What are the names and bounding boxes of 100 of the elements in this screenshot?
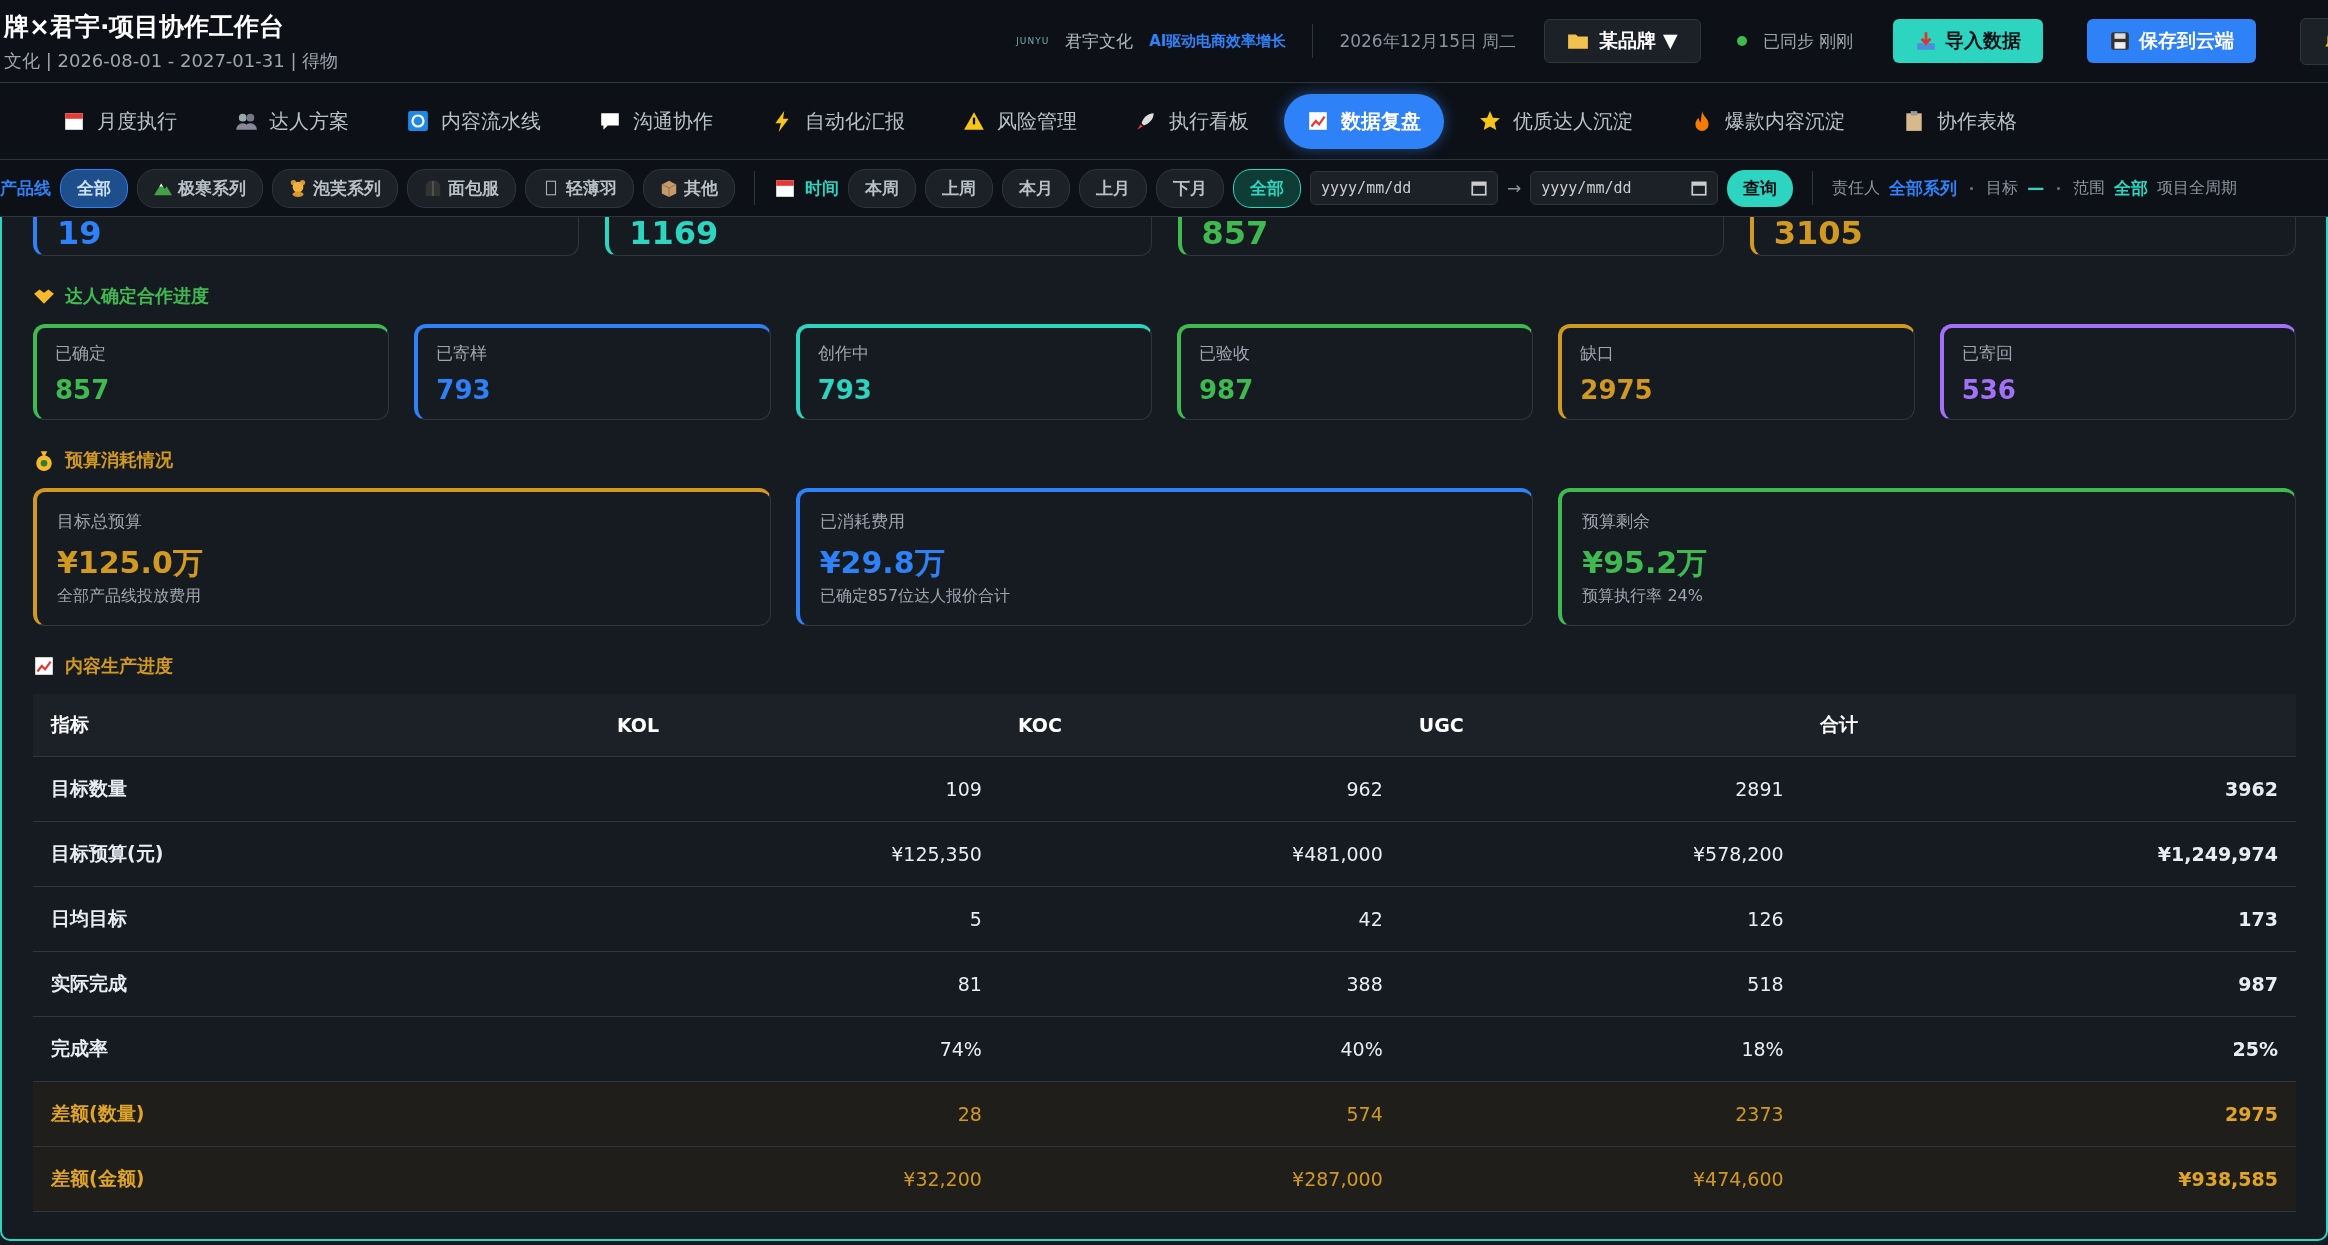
column-header: KOC [999, 694, 1401, 757]
table-cell: 差额(数量) [33, 1081, 599, 1147]
product-chip[interactable]: 全部 [60, 168, 128, 208]
budget-value: ¥29.8万 [819, 544, 946, 582]
budget-value: ¥125.0万 [57, 544, 204, 582]
budget-label: 已消耗费用 [819, 510, 906, 533]
brand-selector[interactable]: 某品牌 ▼ [1544, 19, 1701, 63]
table-cell: 28 [599, 1081, 1000, 1147]
sync-dot [1736, 36, 1747, 46]
company-logo: JUNYU [1016, 36, 1050, 46]
star-icon [1479, 110, 1501, 132]
table-cell: ¥1,249,974 [1801, 821, 2296, 887]
product-chip[interactable]: 面包服 [407, 168, 516, 208]
range-arrow: → [1507, 178, 1522, 198]
import-button[interactable]: 导入数据 [1893, 19, 2043, 63]
nav-tab[interactable]: 内容流水线 [384, 93, 564, 149]
summary-label: 目标 [1986, 177, 2019, 199]
period-chip[interactable]: 本月 [1002, 168, 1070, 208]
project-info: 文化 | 2026-08-01 - 2027-01-31 | 得物 [4, 48, 339, 73]
summary-label: 责任人 [1832, 177, 1881, 199]
column-header: UGC [1400, 694, 1802, 757]
stat-label: 已寄样 [436, 342, 489, 365]
clipboard-icon [1903, 110, 1925, 132]
chat-icon [599, 110, 621, 132]
product-chip[interactable]: 泡芙系列 [272, 168, 398, 208]
table-cell: ¥938,585 [1801, 1146, 2296, 1212]
product-chip[interactable]: 轻薄羽 [525, 168, 634, 208]
table-cell: 2891 [1400, 756, 1802, 822]
filter-label: 时间 [805, 176, 839, 200]
stat-label: 缺口 [1580, 342, 1616, 365]
nav-tab[interactable]: 数据复盘 [1284, 93, 1444, 149]
column-header: KOL [599, 694, 1000, 757]
table-cell: 2373 [1400, 1081, 1802, 1147]
table-cell: 日均目标 [33, 886, 599, 952]
budget-note: 预算执行率 24% [1582, 586, 1704, 607]
date-field[interactable]: yyyy/mm/dd [1530, 171, 1719, 205]
product-chip[interactable]: 极寒系列 [137, 168, 263, 208]
nav-tab[interactable]: 优质达人沉淀 [1456, 93, 1656, 149]
stat-value: 1169 [629, 217, 719, 249]
slogan: AI驱动电商效率增长 [1149, 31, 1287, 51]
table-cell: 18% [1400, 1016, 1802, 1082]
stat-value: 793 [817, 375, 873, 405]
table-cell: ¥578,200 [1400, 821, 1802, 887]
period-chip[interactable]: 本周 [848, 168, 916, 208]
tray-icon [1915, 30, 1937, 52]
save-button[interactable]: 保存到云端 [2087, 19, 2256, 63]
section-title: 预算消耗情况 [65, 448, 173, 472]
stat-value: 2975 [1580, 375, 1654, 405]
nav-tab[interactable]: 沟通协作 [576, 93, 736, 149]
period-chip[interactable]: 上月 [1079, 168, 1147, 208]
table-cell: ¥481,000 [999, 821, 1401, 887]
stat-label: 已验收 [1199, 342, 1251, 365]
calendar-icon [1470, 179, 1488, 197]
table-cell: 5 [599, 886, 1000, 952]
calendar-icon [774, 177, 796, 199]
chart-icon [1307, 110, 1329, 132]
table-cell: 25% [1801, 1016, 2296, 1082]
calendar-icon [1690, 179, 1709, 197]
table-cell: 109 [599, 756, 1000, 822]
query-button[interactable]: 查询 [1727, 169, 1794, 207]
budget-note: 全部产品线投放费用 [57, 586, 202, 607]
stat-value: 857 [55, 375, 111, 405]
period-chip[interactable]: 下月 [1156, 168, 1224, 208]
date-field[interactable]: yyyy/mm/dd [1310, 171, 1498, 205]
table-cell: ¥287,000 [999, 1146, 1401, 1212]
table-cell: ¥125,350 [599, 821, 1000, 887]
product-chip[interactable]: 其他 [643, 168, 735, 208]
budget-value: ¥95.2万 [1582, 544, 1709, 582]
column-header: 合计 [1801, 694, 2296, 757]
table-cell: 574 [999, 1081, 1401, 1147]
summary-value: 全部系列 [1889, 176, 1958, 200]
coat-icon [424, 179, 442, 197]
chart-icon [33, 655, 55, 677]
table-cell: 126 [1400, 886, 1802, 952]
nav-tab[interactable]: 自动化汇报 [748, 93, 928, 149]
table-cell: 目标预算(元) [33, 821, 599, 887]
sync-status: 已同步 刚刚 [1762, 29, 1853, 53]
column-header: 指标 [33, 694, 599, 757]
period-chip[interactable]: 全部 [1233, 168, 1301, 208]
table-cell: 518 [1400, 951, 1802, 1017]
table-cell: 987 [1801, 951, 2296, 1017]
table-cell: 完成率 [33, 1016, 599, 1082]
nav-tab[interactable]: 执行看板 [1112, 93, 1272, 149]
table-cell: 81 [599, 951, 1000, 1017]
bear-icon [289, 179, 307, 197]
section-title: 达人确定合作进度 [65, 284, 209, 308]
nav-tab[interactable]: 风险管理 [940, 93, 1100, 149]
nav-tab[interactable]: 达人方案 [212, 93, 372, 149]
summary-label: 范围 [2073, 177, 2106, 199]
table-cell: 42 [999, 886, 1401, 952]
stat-label: 已确定 [55, 342, 107, 365]
nav-tab[interactable]: 协作表格 [1880, 93, 2040, 149]
nav-tab[interactable]: 爆款内容沉淀 [1668, 93, 1868, 149]
stat-value: 19 [57, 217, 102, 249]
period-chip[interactable]: 上周 [925, 168, 993, 208]
nav-tab[interactable]: 月度执行 [40, 93, 200, 149]
calendar-icon [63, 110, 85, 132]
budget-label: 预算剩余 [1582, 510, 1652, 533]
stat-label: 创作中 [817, 342, 870, 365]
stat-value: 987 [1199, 375, 1255, 405]
